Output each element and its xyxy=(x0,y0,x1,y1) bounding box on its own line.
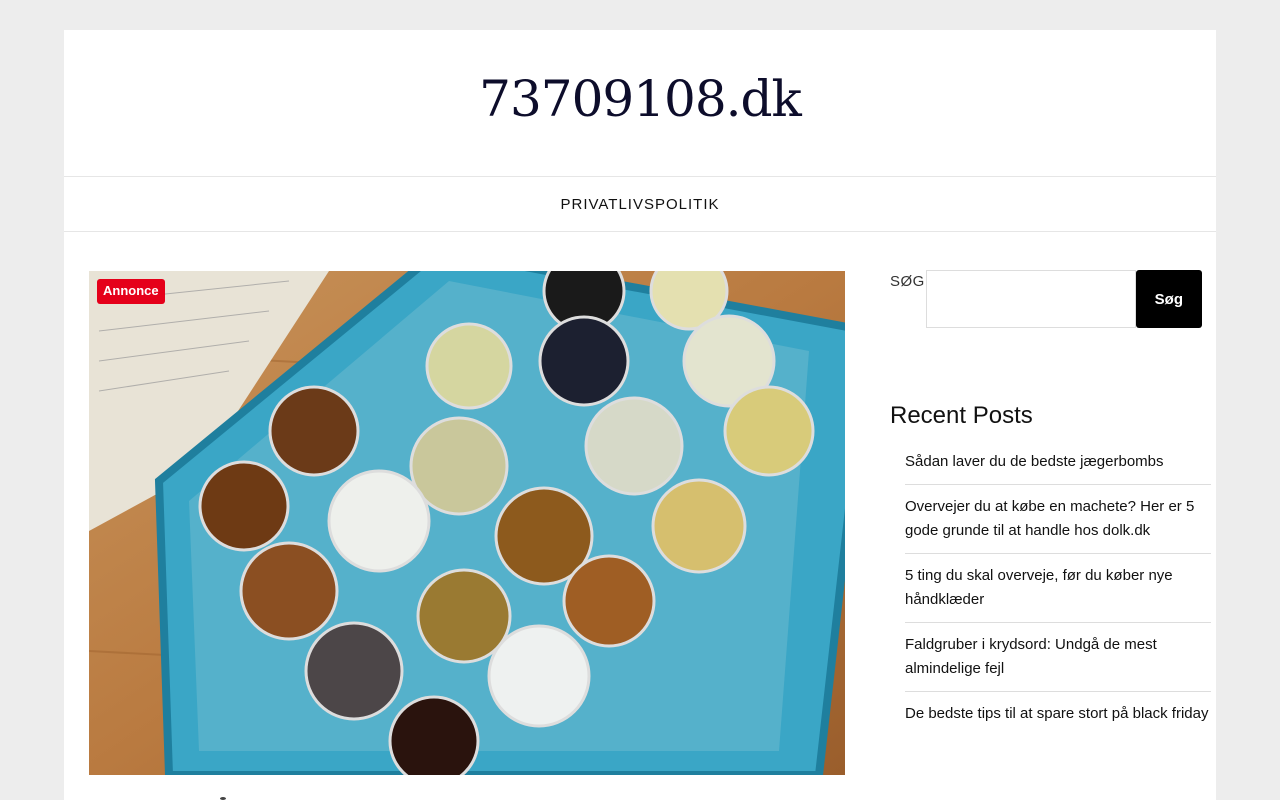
recent-posts-title: Recent Posts xyxy=(890,402,1033,429)
search-button[interactable]: Søg xyxy=(1135,270,1202,328)
search-input[interactable] xyxy=(925,270,1136,328)
featured-image-area[interactable]: Annonce xyxy=(89,271,845,775)
beer-flight-image[interactable] xyxy=(89,271,845,775)
recent-post-link[interactable]: Overvejer du at købe en machete? Her er … xyxy=(905,498,1194,539)
search-label: SØG xyxy=(890,273,925,290)
list-item: Overvejer du at købe en machete? Her er … xyxy=(905,485,1211,554)
recent-post-link[interactable]: 5 ting du skal overveje, før du køber ny… xyxy=(905,567,1173,608)
list-item: 5 ting du skal overveje, før du køber ny… xyxy=(905,554,1211,623)
nav-item-privatlivspolitik[interactable]: PRIVATLIVSPOLITIK xyxy=(561,196,720,213)
list-item: Faldgruber i krydsord: Undgå de mest alm… xyxy=(905,623,1211,692)
search-form: SØG Søg xyxy=(890,270,1216,328)
list-item: Sådan laver du de bedste jægerbombs xyxy=(905,450,1211,485)
recent-post-link[interactable]: Sådan laver du de bedste jægerbombs xyxy=(905,453,1164,470)
recent-post-link[interactable]: De bedste tips til at spare stort på bla… xyxy=(905,705,1208,722)
site-header: 73709108.dk xyxy=(64,30,1216,177)
recent-posts-list: Sådan laver du de bedste jægerbombs Over… xyxy=(905,450,1211,736)
site-title[interactable]: 73709108.dk xyxy=(479,70,802,128)
main-nav: PRIVATLIVSPOLITIK xyxy=(64,177,1216,232)
list-item: De bedste tips til at spare stort på bla… xyxy=(905,692,1211,736)
ad-tag: Annonce xyxy=(97,279,165,304)
recent-post-link[interactable]: Faldgruber i krydsord: Undgå de mest alm… xyxy=(905,636,1157,677)
sidebar: SØG Søg Recent Posts Sådan laver du de b… xyxy=(890,270,1216,736)
